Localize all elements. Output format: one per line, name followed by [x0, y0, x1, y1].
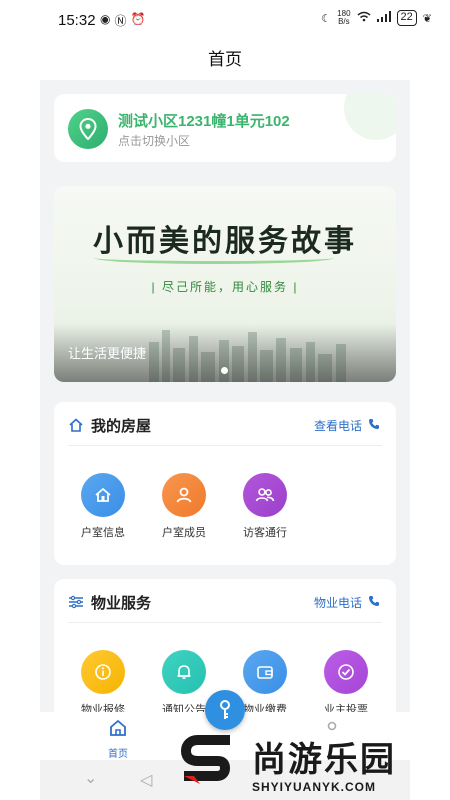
view-phone-label: 查看电话: [313, 419, 362, 433]
home-content[interactable]: 测试小区1231幢1单元102 点击切换小区 小而美的服务故事 | 尽己所能，用…: [40, 80, 410, 712]
sliders-icon: [69, 595, 83, 609]
community-switch-card[interactable]: 测试小区1231幢1单元102 点击切换小区: [54, 94, 396, 162]
location-pin-icon: [68, 109, 108, 149]
home-tab-icon: [110, 719, 126, 736]
room-info-button[interactable]: 户室信息: [68, 473, 138, 540]
eye-icon: ◉: [100, 12, 111, 26]
watermark-text: 尚游乐园: [252, 741, 396, 779]
nav-collapse-icon[interactable]: ⌄: [84, 768, 97, 788]
bell-icon: [162, 650, 206, 694]
switch-community-hint: 点击切换小区: [118, 134, 191, 148]
card-decoration: [344, 94, 396, 140]
info-icon: [81, 650, 125, 694]
house-icon: [81, 473, 125, 517]
status-notification-icons: ◉ Ⓝ ⏰: [100, 12, 145, 29]
community-name: 测试小区1231幢1单元102: [118, 113, 290, 130]
person-icon: [162, 473, 206, 517]
home-outline-icon: [69, 418, 83, 432]
property-service-header: 物业服务 物业电话: [54, 579, 396, 623]
signal-icon: [376, 11, 391, 25]
promo-banner[interactable]: 小而美的服务故事 | 尽己所能，用心服务 | 让生活更便捷: [54, 186, 396, 382]
watermark-url: SHYIYUANYK.COM: [252, 780, 377, 794]
site-watermark: 尚游乐园 SHYIYUANYK.COM: [170, 730, 450, 800]
repair-request-label: 物业报修: [81, 704, 125, 712]
room-members-button[interactable]: 户室成员: [149, 473, 219, 540]
visitor-pass-label: 访客通行: [243, 527, 287, 539]
banner-page-indicator[interactable]: [221, 367, 228, 374]
room-members-label: 户室成员: [162, 527, 206, 539]
phone-icon: [368, 595, 380, 610]
section-divider: [68, 622, 382, 623]
title-bar: 首页: [0, 40, 450, 80]
repair-request-button[interactable]: 物业报修: [68, 650, 138, 712]
phone-icon: [368, 418, 380, 433]
people-icon: [243, 473, 287, 517]
wallet-icon: [243, 650, 287, 694]
owner-vote-label: 业主投票: [324, 704, 368, 712]
banner-tagline: | 尽己所能，用心服务 |: [151, 280, 299, 294]
tab-home-label: 首页: [108, 749, 128, 760]
status-bar: 15:32 ◉ Ⓝ ⏰ ☾ 180 B/s 22 ❦: [0, 0, 450, 40]
page-title: 首页: [208, 50, 242, 69]
leaf-icon: ❦: [422, 12, 432, 25]
tab-home[interactable]: 首页: [88, 718, 148, 760]
banner-swash: [94, 252, 334, 264]
battery-icon: 22: [396, 10, 417, 26]
my-house-section: 我的房屋 查看电话 户室信息 户室成员 访客通行: [54, 402, 396, 565]
owner-vote-button[interactable]: 业主投票: [311, 650, 381, 712]
moon-icon: ☾: [321, 12, 332, 25]
status-system-icons: ☾ 180 B/s 22 ❦: [321, 10, 432, 26]
property-phone-link[interactable]: 物业电话: [314, 594, 380, 611]
wifi-icon: [357, 11, 371, 25]
net-speed-unit: B/s: [338, 17, 350, 26]
my-house-header: 我的房屋 查看电话: [54, 402, 396, 446]
section-divider: [68, 445, 382, 446]
nav-back-icon[interactable]: ◁: [140, 770, 152, 790]
net-speed: 180 B/s: [337, 10, 350, 26]
door-key-button[interactable]: [205, 690, 245, 730]
status-time: 15:32: [58, 12, 96, 29]
my-house-title: 我的房屋: [91, 418, 152, 435]
nfc-icon: Ⓝ: [114, 14, 127, 28]
banner-caption: 让生活更便捷: [68, 346, 147, 361]
check-icon: [324, 650, 368, 694]
room-info-label: 户室信息: [81, 527, 125, 539]
property-service-title: 物业服务: [91, 595, 152, 612]
watermark-logo: [180, 735, 231, 784]
alarm-icon: ⏰: [130, 12, 146, 26]
key-icon: [220, 700, 230, 719]
property-phone-label: 物业电话: [313, 596, 362, 610]
view-phone-link[interactable]: 查看电话: [314, 417, 380, 434]
visitor-pass-button[interactable]: 访客通行: [230, 473, 300, 540]
